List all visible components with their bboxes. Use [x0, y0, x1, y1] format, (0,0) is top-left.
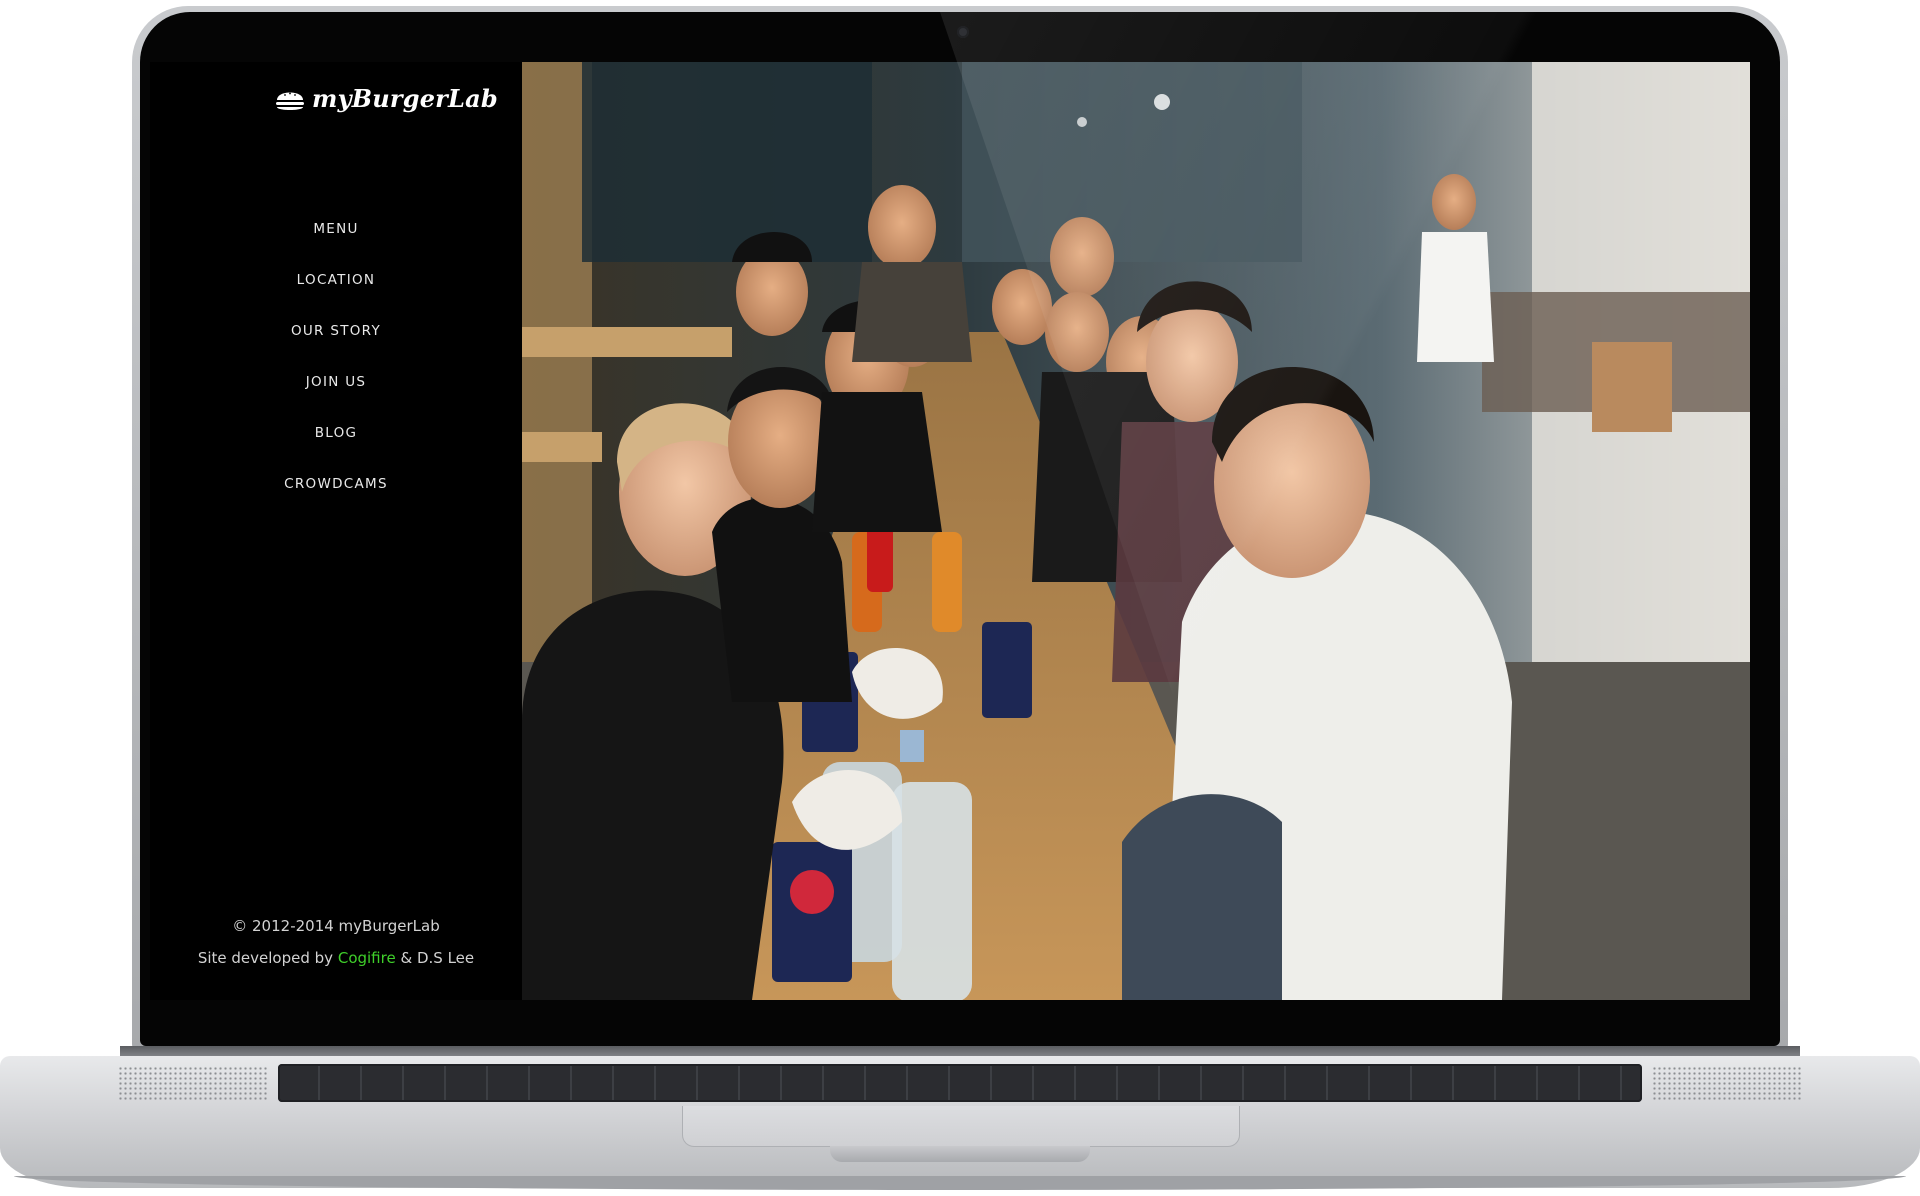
- nav-item-blog: BLOG: [150, 406, 522, 457]
- keyboard: [278, 1064, 1642, 1102]
- developer-link-cogifire[interactable]: Cogifire: [338, 949, 396, 967]
- website-screen: myBurgerLab MENU LOCATION OUR STORY JOIN…: [150, 62, 1750, 1000]
- group-photo-image: [522, 62, 1750, 1000]
- main-nav: MENU LOCATION OUR STORY JOIN US BLOG CRO…: [150, 202, 522, 508]
- credits-prefix: Site developed by: [197, 949, 334, 967]
- nav-item-join-us: JOIN US: [150, 355, 522, 406]
- developer-name: D.S Lee: [416, 949, 475, 967]
- hero-photo: [522, 62, 1750, 1000]
- nav-item-menu: MENU: [150, 202, 522, 253]
- copyright-text: © 2012-2014 myBurgerLab: [232, 917, 440, 935]
- site-footer: © 2012-2014 myBurgerLab Site developed b…: [150, 910, 522, 974]
- brand-name: myBurgerLab: [312, 84, 498, 113]
- nav-link-menu[interactable]: MENU: [313, 221, 358, 237]
- nav-link-our-story[interactable]: OUR STORY: [291, 323, 381, 339]
- nav-link-join-us[interactable]: JOIN US: [306, 374, 367, 390]
- brand-logo[interactable]: myBurgerLab: [274, 84, 498, 113]
- trackpad: [682, 1106, 1240, 1147]
- nav-item-our-story: OUR STORY: [150, 304, 522, 355]
- nav-link-blog[interactable]: BLOG: [315, 425, 358, 441]
- nav-item-location: LOCATION: [150, 253, 522, 304]
- burger-bun-icon: [276, 92, 304, 110]
- nav-item-crowdcams: CROWDCAMS: [150, 457, 522, 508]
- nav-link-crowdcams[interactable]: CROWDCAMS: [284, 476, 388, 492]
- credits-joiner: &: [400, 949, 413, 967]
- sidebar: myBurgerLab MENU LOCATION OUR STORY JOIN…: [150, 62, 522, 1000]
- laptop-mockup: myBurgerLab MENU LOCATION OUR STORY JOIN…: [0, 0, 1920, 1196]
- lid-opening-notch: [830, 1146, 1090, 1162]
- camera-icon: [957, 26, 969, 38]
- credits-line: Site developed by Cogifire & D.S Lee: [150, 942, 522, 974]
- speaker-grille-left: [118, 1066, 268, 1102]
- nav-link-location[interactable]: LOCATION: [297, 272, 376, 288]
- speaker-grille-right: [1652, 1066, 1802, 1102]
